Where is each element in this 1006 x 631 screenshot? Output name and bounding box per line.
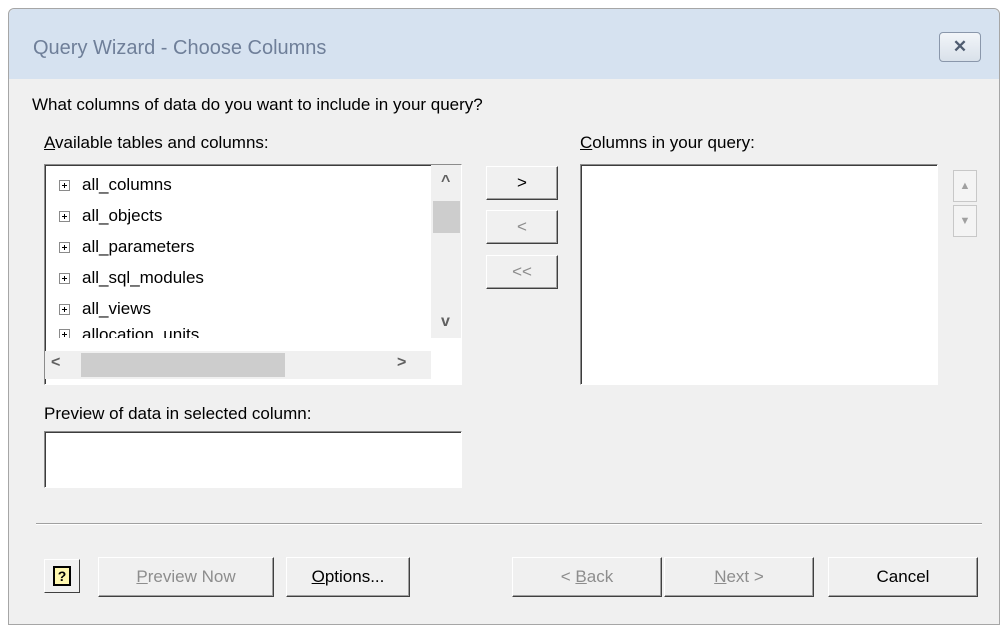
preview-label: Preview of data in selected column: (44, 404, 312, 423)
available-label-accel: A (44, 133, 56, 152)
preview-field[interactable] (44, 431, 462, 488)
list-item-label: all_sql_modules (82, 268, 204, 287)
preview-now-accel: P (136, 567, 148, 586)
horizontal-scroll-thumb[interactable] (81, 353, 285, 377)
back-prefix: < (560, 567, 576, 586)
list-item[interactable]: all_columns (59, 172, 172, 198)
list-item[interactable]: all_objects (59, 203, 162, 229)
available-label-rest: vailable tables and columns: (55, 133, 269, 152)
move-up-icon: ▲ (959, 180, 971, 192)
preview-now-button[interactable]: Preview Now (98, 557, 274, 597)
remove-all-columns-button[interactable]: << (486, 255, 558, 289)
help-button[interactable]: ? (44, 559, 80, 593)
back-accel: B (575, 567, 587, 586)
query-columns-label-accel: C (580, 133, 593, 152)
preview-now-rest: review Now (147, 567, 236, 586)
expand-icon[interactable] (59, 329, 70, 338)
next-accel: N (714, 567, 727, 586)
list-item[interactable]: all_sql_modules (59, 265, 204, 291)
move-down-button[interactable]: ▼ (953, 205, 977, 237)
back-button[interactable]: < Back (512, 557, 662, 597)
options-button[interactable]: Options... (286, 557, 410, 597)
expand-icon[interactable] (59, 210, 70, 222)
footer-separator (36, 523, 982, 525)
list-item[interactable]: all_parameters (59, 234, 194, 260)
scroll-right-icon[interactable]: > (397, 354, 406, 372)
list-item-label: all_columns (82, 175, 172, 194)
window-title: Query Wizard - Choose Columns (33, 37, 327, 59)
query-columns-label: Columns in your query: (580, 133, 755, 153)
list-item[interactable]: all_views (59, 296, 151, 322)
expand-icon[interactable] (59, 241, 70, 253)
title-bar: Query Wizard - Choose Columns ✕ (9, 9, 999, 79)
list-item-label: allocation_units (82, 325, 200, 338)
help-icon: ? (53, 566, 71, 586)
expand-icon[interactable] (59, 272, 70, 284)
list-item-label: all_views (82, 299, 151, 318)
options-rest: ptions... (324, 567, 385, 586)
next-button[interactable]: Next > (664, 557, 814, 597)
list-item[interactable]: allocation_units (59, 325, 199, 338)
close-button[interactable]: ✕ (939, 32, 981, 62)
scroll-up-icon[interactable]: ^ (441, 173, 450, 191)
remove-column-button[interactable]: < (486, 210, 558, 244)
expand-icon[interactable] (59, 179, 70, 191)
horizontal-scrollbar[interactable]: < > (45, 351, 431, 379)
vertical-scroll-thumb[interactable] (433, 201, 460, 233)
query-columns-label-rest: olumns in your query: (592, 133, 755, 152)
cancel-button[interactable]: Cancel (828, 557, 978, 597)
expand-icon[interactable] (59, 303, 70, 315)
add-column-button[interactable]: > (486, 166, 558, 200)
close-icon: ✕ (952, 37, 968, 56)
back-rest: ack (586, 567, 614, 586)
next-rest: ext > (726, 567, 764, 586)
list-item-label: all_objects (82, 206, 163, 225)
options-accel: O (311, 567, 325, 586)
scroll-left-icon[interactable]: < (51, 354, 60, 372)
scroll-down-icon[interactable]: v (441, 313, 450, 331)
move-up-button[interactable]: ▲ (953, 170, 977, 202)
available-tables-list[interactable]: all_columns all_objects all_parameters a… (44, 164, 462, 385)
available-label: Available tables and columns: (44, 133, 269, 153)
query-columns-list[interactable] (580, 164, 938, 385)
list-item-label: all_parameters (82, 237, 195, 256)
prompt-text: What columns of data do you want to incl… (32, 95, 483, 114)
vertical-scrollbar[interactable]: ^ v (431, 165, 461, 338)
move-down-icon: ▼ (959, 215, 971, 227)
